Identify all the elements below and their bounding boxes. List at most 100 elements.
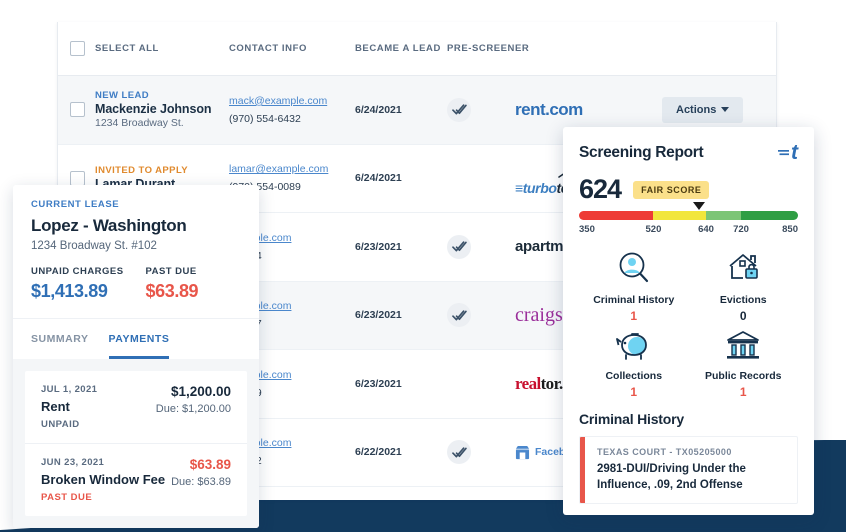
- lead-email-link[interactable]: lamar@example.com: [229, 163, 355, 175]
- prescreener-cell: [447, 234, 515, 259]
- lead-phone: (970) 554-6432: [229, 112, 301, 125]
- screening-report-card: Screening Report t 624 FAIR SCORE 350 520…: [563, 127, 814, 515]
- screening-metrics-grid: Criminal History 1 Evictions 0 Collectio…: [579, 249, 798, 399]
- lease-amounts: UNPAID CHARGES $1,413.89 PAST DUE $63.89: [31, 266, 241, 302]
- actions-button[interactable]: Actions: [662, 96, 744, 123]
- double-check-glyph: [451, 241, 467, 252]
- row-checkbox-cell: [58, 170, 95, 186]
- payment-name: Broken Window Fee: [41, 472, 166, 487]
- payment-status: PAST DUE: [41, 492, 93, 503]
- payment-due: Due: $1,200.00: [155, 403, 231, 415]
- payment-due: Due: $63.89: [171, 476, 231, 488]
- gauge-segment-2: [706, 211, 742, 220]
- payment-right: $63.89 Due: $63.89: [171, 457, 231, 488]
- column-header-contact-info: CONTACT INFO: [229, 43, 307, 54]
- tab-summary[interactable]: SUMMARY: [31, 319, 89, 359]
- turbotenant-t-logo: t: [778, 141, 798, 165]
- double-check-glyph: [451, 310, 467, 321]
- double-check-icon: [447, 303, 471, 328]
- header-select-all-checkbox-cell: [58, 41, 95, 56]
- tab-payments[interactable]: PAYMENTS: [108, 319, 170, 359]
- current-lease-card: CURRENT LEASE Lopez - Washington 1234 Br…: [13, 185, 259, 528]
- unpaid-charges-block: UNPAID CHARGES $1,413.89: [31, 266, 124, 302]
- prescreener-cell: [447, 303, 515, 328]
- lead-source-cell: rent.com: [515, 100, 662, 120]
- past-due-value: $63.89: [145, 281, 199, 301]
- select-all-checkbox[interactable]: [70, 41, 85, 56]
- double-check-glyph: [451, 104, 467, 115]
- prescreener-cell: [447, 440, 515, 465]
- actions-button-label: Actions: [676, 103, 717, 116]
- payment-date: JUL 1, 2021: [41, 384, 98, 395]
- list-item[interactable]: JUN 23, 2021 Broken Window Fee PAST DUE …: [25, 444, 247, 516]
- column-header-pre-screener: PRE-SCREENER: [447, 43, 530, 54]
- double-check-glyph: [451, 447, 467, 458]
- screening-title: Screening Report: [579, 144, 704, 161]
- lead-date: 6/23/2021: [355, 377, 402, 390]
- metric-value: 0: [739, 309, 747, 323]
- payment-status: UNPAID: [41, 419, 80, 430]
- unpaid-charges-label: UNPAID CHARGES: [31, 266, 124, 277]
- lead-date: 6/23/2021: [355, 240, 402, 253]
- metric-value: 1: [739, 385, 747, 399]
- actions-cell: Actions: [662, 96, 776, 123]
- lead-date: 6/22/2021: [355, 446, 402, 459]
- lease-card-tabs: SUMMARY PAYMENTS: [13, 318, 259, 359]
- gauge-bar: [579, 211, 798, 220]
- lead-name: Mackenzie Johnson: [95, 102, 212, 117]
- metric-label: Public Records: [705, 370, 782, 382]
- past-due-label: PAST DUE: [145, 266, 197, 277]
- record-offense: 2981-DUI/Driving Under the Influence, .0…: [597, 463, 746, 491]
- criminal-history-icon: [619, 252, 648, 283]
- list-item[interactable]: JUL 1, 2021 Rent UNPAID $1,200.00 Due: $…: [25, 371, 247, 444]
- contact-info-cell: mack@example.com (970) 554-6432: [229, 95, 355, 125]
- double-check-icon: [447, 97, 471, 122]
- payments-list: JUL 1, 2021 Rent UNPAID $1,200.00 Due: $…: [25, 371, 247, 516]
- lease-card-header: CURRENT LEASE Lopez - Washington 1234 Br…: [13, 185, 259, 318]
- record-body: TEXAS COURT - TX05205000 2981-DUI/Drivin…: [585, 437, 797, 503]
- score-badge: FAIR SCORE: [633, 180, 710, 199]
- lead-email-link[interactable]: mack@example.com: [229, 95, 355, 107]
- metric-value: 1: [630, 385, 638, 399]
- payment-amount: $63.89: [189, 457, 231, 472]
- metric-evictions[interactable]: Evictions 0: [689, 249, 799, 323]
- gauge-tick-labels: 350 520 640 720 850: [579, 224, 798, 237]
- payment-left: JUN 23, 2021 Broken Window Fee PAST DUE: [41, 457, 165, 503]
- gauge-segment-3: [741, 211, 798, 220]
- double-check-icon: [447, 440, 471, 465]
- metric-public-records[interactable]: Public Records 1: [689, 327, 799, 399]
- payment-amount: $1,200.00: [170, 384, 231, 399]
- column-header-became-a-lead: BECAME A LEAD: [355, 43, 441, 54]
- metric-label: Criminal History: [593, 294, 675, 306]
- score-gauge: 350 520 640 720 850: [579, 202, 798, 237]
- metric-criminal-history[interactable]: Criminal History 1: [579, 249, 689, 323]
- lease-address: 1234 Broadway St. #102: [31, 240, 157, 252]
- row-select-checkbox[interactable]: [70, 170, 85, 186]
- collections-icon: [615, 333, 647, 360]
- score-row: 624 FAIR SCORE: [579, 174, 798, 205]
- lead-date: 6/24/2021: [355, 103, 402, 116]
- lease-card-body: JUL 1, 2021 Rent UNPAID $1,200.00 Due: $…: [13, 359, 259, 528]
- gauge-tick: 850: [782, 224, 798, 235]
- column-header-select-all: SELECT ALL: [95, 43, 159, 54]
- gauge-tick: 640: [698, 224, 714, 235]
- chevron-down-icon: [721, 107, 730, 113]
- metric-collections[interactable]: Collections 1: [579, 327, 689, 399]
- screening-header: Screening Report t: [579, 141, 798, 165]
- lead-address: 1234 Broadway St.: [95, 117, 184, 130]
- gauge-tick: 350: [579, 224, 595, 235]
- metric-label: Collections: [605, 370, 663, 382]
- metric-value: 1: [630, 309, 638, 323]
- criminal-record-item[interactable]: TEXAS COURT - TX05205000 2981-DUI/Drivin…: [579, 436, 798, 505]
- facebook-marketplace-icon: [515, 445, 530, 459]
- lead-date: 6/23/2021: [355, 309, 402, 322]
- lead-date: 6/24/2021: [355, 172, 402, 185]
- lead-identity-cell: NEW LEAD Mackenzie Johnson 1234 Broadway…: [95, 90, 229, 129]
- lease-title: Lopez - Washington: [31, 216, 187, 235]
- public-records-icon: [727, 331, 760, 359]
- row-select-checkbox[interactable]: [70, 102, 85, 118]
- gauge-pointer-icon: [693, 202, 705, 210]
- gauge-tick: 520: [645, 224, 662, 235]
- logo-letter: t: [791, 141, 798, 164]
- credit-score-value: 624: [579, 174, 622, 204]
